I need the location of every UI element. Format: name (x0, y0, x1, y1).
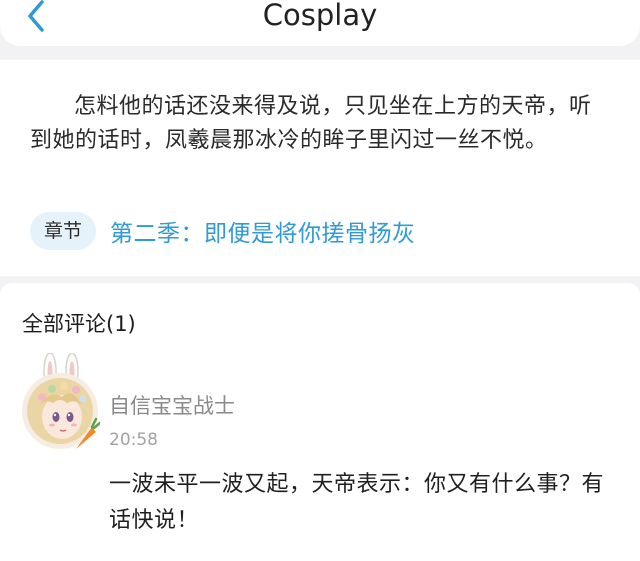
chapter-row: 章节 第二季：即便是将你搓骨扬灰 (30, 211, 416, 251)
comments-section: 全部评论(1) 自信宝宝战士 20:58 一波未平一波又起，天帝表示：你又有什么… (0, 283, 640, 561)
chapter-tag: 章节 (30, 212, 97, 250)
comment-time: 20:58 (109, 430, 158, 450)
comment-text: 一波未平一波又起，天帝表示：你又有什么事？有话快说！ (109, 472, 605, 533)
page-title: Cosplay (262, 0, 378, 32)
top-bar: Cosplay (0, 0, 640, 46)
comments-heading: 全部评论(1) (22, 312, 136, 336)
excerpt-text: 怎料他的话还没来得及说，只见坐在上方的天帝，听到她的话时，凤羲晨那冰冷的眸子里闪… (30, 94, 592, 153)
comment-avatar[interactable] (20, 352, 102, 453)
anime-girl-bunny-ears-avatar (22, 352, 102, 449)
excerpt-card: 怎料他的话还没来得及说，只见坐在上方的天帝，听到她的话时，凤羲晨那冰冷的眸子里闪… (0, 60, 640, 276)
chapter-link[interactable]: 第二季：即便是将你搓骨扬灰 (110, 214, 416, 248)
comment-username[interactable]: 自信宝宝战士 (109, 390, 235, 420)
page: Cosplay 怎料他的话还没来得及说，只见坐在上方的天帝，听到她的话时，凤羲晨… (0, 0, 640, 561)
